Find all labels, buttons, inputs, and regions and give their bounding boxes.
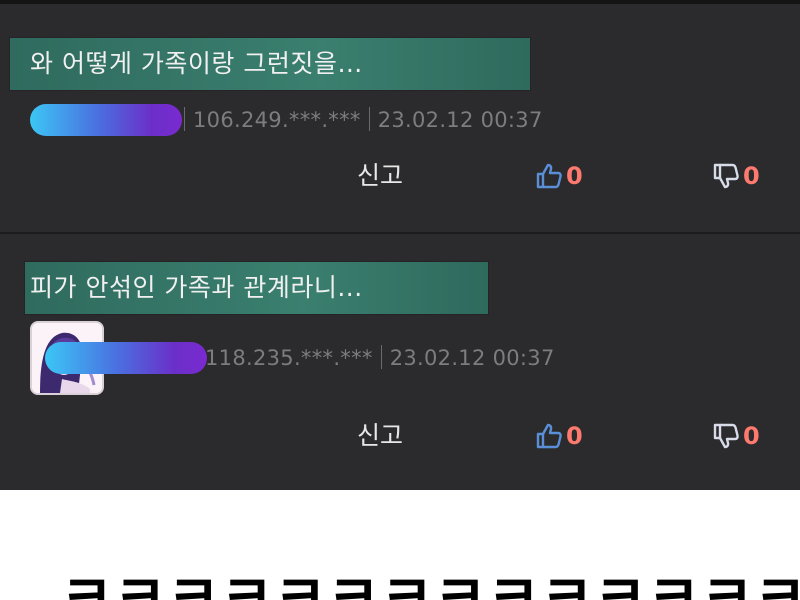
thumbs-down-icon <box>712 422 740 450</box>
comment-meta: 118.235.***.*** 23.02.12 00:37 <box>205 342 555 374</box>
timestamp: 23.02.12 00:37 <box>377 108 543 132</box>
upvote-button[interactable]: 0 <box>535 420 583 452</box>
comment-item: 와 어떻게 가족이랑 그런짓을… 106.249.***.*** 23.02.12… <box>0 0 800 232</box>
comment-text: 피가 안섞인 가족과 관계라니... <box>30 273 363 302</box>
meta-separator <box>184 107 185 131</box>
thumbs-up-icon <box>535 162 563 190</box>
meta-separator <box>380 345 382 369</box>
upvote-button[interactable]: 0 <box>535 160 583 192</box>
thumbs-down-icon <box>712 162 740 190</box>
report-button[interactable]: 신고 <box>357 160 403 192</box>
downvote-count: 0 <box>743 162 760 190</box>
thumbs-up-icon <box>535 422 563 450</box>
timestamp: 23.02.12 00:37 <box>389 346 555 370</box>
report-button[interactable]: 신고 <box>357 420 403 452</box>
upvote-count: 0 <box>566 422 583 450</box>
comment-panel: 와 어떻게 가족이랑 그런짓을… 106.249.***.*** 23.02.12… <box>0 0 800 490</box>
ip-address: 118.235.***.*** <box>205 346 373 370</box>
redacted-nickname <box>45 342 207 374</box>
reaction-caption: ㅋㅋㅋㅋㅋㅋㅋㅋㅋㅋㅋㅋㅋㅋ <box>60 563 800 600</box>
meta-separator <box>368 107 370 131</box>
screenshot-stage: 와 어떻게 가족이랑 그런짓을… 106.249.***.*** 23.02.12… <box>0 0 800 600</box>
ip-address: 106.249.***.*** <box>193 108 361 132</box>
upvote-count: 0 <box>566 162 583 190</box>
comment-meta: 106.249.***.*** 23.02.12 00:37 <box>182 104 543 136</box>
comment-item: 피가 안섞인 가족과 관계라니... 118.235.***.*** 23.02.… <box>0 234 800 490</box>
redacted-nickname <box>30 104 182 136</box>
downvote-button[interactable]: 0 <box>712 160 760 192</box>
downvote-button[interactable]: 0 <box>712 420 760 452</box>
comment-text: 와 어떻게 가족이랑 그런짓을… <box>30 49 363 78</box>
downvote-count: 0 <box>743 422 760 450</box>
